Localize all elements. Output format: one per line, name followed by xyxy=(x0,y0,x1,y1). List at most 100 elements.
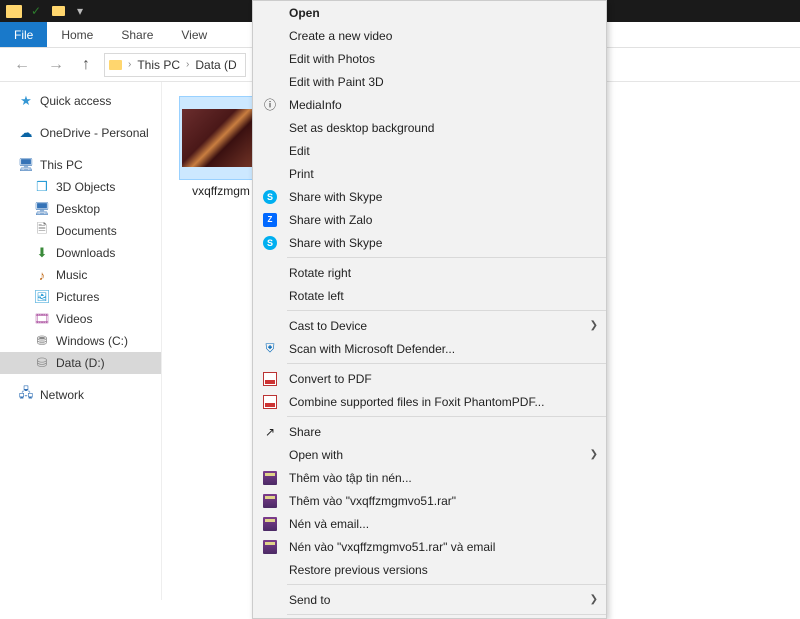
sidebar-item-music[interactable]: ♪ Music xyxy=(0,264,161,286)
ctx-scan-defender[interactable]: ⛨Scan with Microsoft Defender... xyxy=(253,337,606,360)
ctx-restore-previous[interactable]: Restore previous versions xyxy=(253,558,606,581)
ctx-convert-pdf[interactable]: Convert to PDF xyxy=(253,367,606,390)
ctx-open[interactable]: Open xyxy=(253,1,606,24)
sidebar-item-pictures[interactable]: 🖼 Pictures xyxy=(0,286,161,308)
ctx-mediainfo[interactable]: ⓘMediaInfo xyxy=(253,93,606,116)
document-icon: 🗎 xyxy=(34,223,50,239)
archive-icon xyxy=(262,493,278,509)
nav-forward-button[interactable]: → xyxy=(44,54,68,76)
ctx-print[interactable]: Print xyxy=(253,162,606,185)
sidebar-item-thispc[interactable]: 🖥 This PC xyxy=(0,154,161,176)
sidebar-item-downloads[interactable]: ⬇ Downloads xyxy=(0,242,161,264)
path-segment-drive[interactable]: Data (D xyxy=(191,58,240,72)
music-icon: ♪ xyxy=(34,267,50,283)
chevron-right-icon: ❯ xyxy=(590,449,598,460)
ribbon-share-tab[interactable]: Share xyxy=(107,22,167,47)
drive-icon: ⛁ xyxy=(34,355,50,371)
sidebar-label: Downloads xyxy=(56,246,115,260)
sidebar-item-data-drive[interactable]: ⛁ Data (D:) xyxy=(0,352,161,374)
sidebar-label: OneDrive - Personal xyxy=(40,126,149,140)
folder-icon xyxy=(50,3,66,19)
shield-icon: ⛨ xyxy=(262,341,278,357)
ctx-share-skype[interactable]: SShare with Skype xyxy=(253,185,606,208)
ctx-cast-to-device[interactable]: Cast to Device❯ xyxy=(253,314,606,337)
nav-back-button[interactable]: ← xyxy=(10,54,34,76)
ctx-edit-with-photos[interactable]: Edit with Photos xyxy=(253,47,606,70)
ctx-rar-add[interactable]: Thêm vào tập tin nén... xyxy=(253,466,606,489)
sidebar-label: Windows (C:) xyxy=(56,334,128,348)
ctx-rar-add-named[interactable]: Thêm vào "vxqffzmgmvo51.rar" xyxy=(253,489,606,512)
cloud-icon: ☁ xyxy=(18,125,34,141)
ribbon-view-tab[interactable]: View xyxy=(167,22,221,47)
skype-icon: S xyxy=(262,235,278,251)
skype-icon: S xyxy=(262,189,278,205)
sidebar-label: This PC xyxy=(40,158,83,172)
share-icon: ↗ xyxy=(262,424,278,440)
sidebar-item-desktop[interactable]: 🖥 Desktop xyxy=(0,198,161,220)
zalo-icon: Z xyxy=(262,212,278,228)
pdf-icon xyxy=(262,371,278,387)
ctx-share[interactable]: ↗Share xyxy=(253,420,606,443)
cube-icon: ❒ xyxy=(34,179,50,195)
sidebar-label: Documents xyxy=(56,224,117,238)
ctx-rotate-left[interactable]: Rotate left xyxy=(253,284,606,307)
separator xyxy=(287,363,606,364)
pdf-icon xyxy=(262,394,278,410)
chevron-right-icon[interactable]: › xyxy=(184,59,191,70)
sidebar-label: 3D Objects xyxy=(56,180,115,194)
download-icon: ⬇ xyxy=(34,245,50,261)
ctx-rar-email[interactable]: Nén và email... xyxy=(253,512,606,535)
separator xyxy=(287,584,606,585)
info-icon: ⓘ xyxy=(262,97,278,113)
ctx-combine-foxit[interactable]: Combine supported files in Foxit Phantom… xyxy=(253,390,606,413)
network-icon: 🖧 xyxy=(18,387,34,403)
star-icon: ★ xyxy=(18,93,34,109)
ctx-rar-email-named[interactable]: Nén vào "vxqffzmgmvo51.rar" và email xyxy=(253,535,606,558)
path-segment-pc[interactable]: This PC xyxy=(133,58,184,72)
sidebar-label: Network xyxy=(40,388,84,402)
sidebar-label: Data (D:) xyxy=(56,356,105,370)
sidebar-item-windows-drive[interactable]: ⛃ Windows (C:) xyxy=(0,330,161,352)
sidebar-label: Quick access xyxy=(40,94,111,108)
navigation-tree: ★ Quick access ☁ OneDrive - Personal 🖥 T… xyxy=(0,82,162,600)
ctx-rotate-right[interactable]: Rotate right xyxy=(253,261,606,284)
ribbon-home-tab[interactable]: Home xyxy=(47,22,107,47)
chevron-right-icon[interactable]: › xyxy=(126,59,133,70)
image-thumbnail xyxy=(182,109,260,167)
sidebar-item-videos[interactable]: 🎞 Videos xyxy=(0,308,161,330)
desktop-icon: 🖥 xyxy=(34,201,50,217)
nav-up-button[interactable]: ↑ xyxy=(78,54,94,76)
context-menu: Open Create a new video Edit with Photos… xyxy=(252,0,607,619)
archive-icon xyxy=(262,539,278,555)
drive-icon: ⛃ xyxy=(34,333,50,349)
ctx-edit-with-paint3d[interactable]: Edit with Paint 3D xyxy=(253,70,606,93)
ctx-open-with[interactable]: Open with❯ xyxy=(253,443,606,466)
address-bar[interactable]: › This PC › Data (D xyxy=(104,53,246,77)
ctx-edit[interactable]: Edit xyxy=(253,139,606,162)
qat-save-icon[interactable]: ✓ xyxy=(28,3,44,19)
separator xyxy=(287,416,606,417)
ribbon-file-tab[interactable]: File xyxy=(0,22,47,47)
qat-overflow-icon[interactable]: ▾ xyxy=(72,3,88,19)
sidebar-item-quick-access[interactable]: ★ Quick access xyxy=(0,90,161,112)
sidebar-item-documents[interactable]: 🗎 Documents xyxy=(0,220,161,242)
ctx-share-zalo[interactable]: ZShare with Zalo xyxy=(253,208,606,231)
sidebar-label: Desktop xyxy=(56,202,100,216)
archive-icon xyxy=(262,516,278,532)
sidebar-item-onedrive[interactable]: ☁ OneDrive - Personal xyxy=(0,122,161,144)
sidebar-label: Videos xyxy=(56,312,92,326)
thumbnail-selected xyxy=(179,96,263,180)
archive-icon xyxy=(262,470,278,486)
separator xyxy=(287,257,606,258)
chevron-right-icon: ❯ xyxy=(590,320,598,331)
sidebar-item-network[interactable]: 🖧 Network xyxy=(0,384,161,406)
separator xyxy=(287,310,606,311)
folder-icon xyxy=(109,60,122,70)
separator xyxy=(287,614,606,615)
ctx-share-skype-2[interactable]: SShare with Skype xyxy=(253,231,606,254)
sidebar-item-3d-objects[interactable]: ❒ 3D Objects xyxy=(0,176,161,198)
ctx-set-desktop-background[interactable]: Set as desktop background xyxy=(253,116,606,139)
folder-icon xyxy=(6,3,22,19)
picture-icon: 🖼 xyxy=(34,289,50,305)
ctx-create-new-video[interactable]: Create a new video xyxy=(253,24,606,47)
